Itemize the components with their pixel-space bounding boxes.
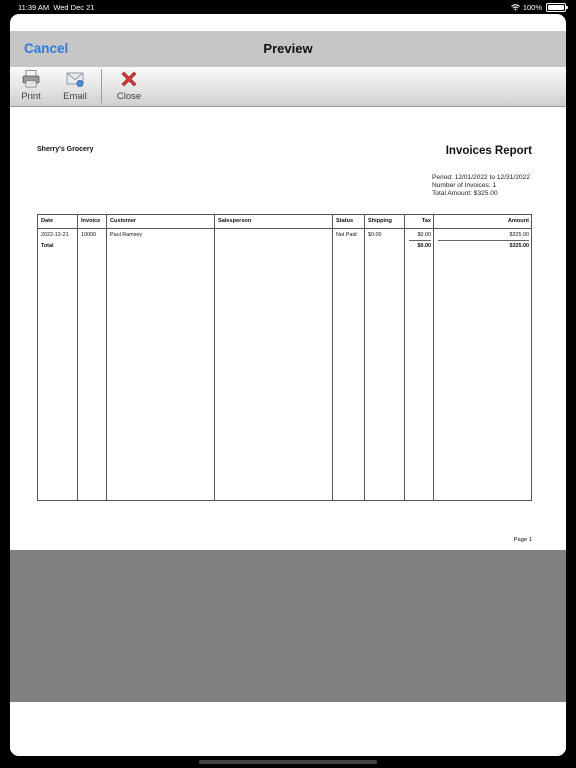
preview-window: Cancel Preview Print Email Close Sherry'…: [10, 14, 566, 756]
nav-bar: Cancel Preview: [10, 31, 566, 67]
bottom-panel: [10, 702, 566, 756]
email-label: Email: [63, 91, 87, 102]
toolbar: Print Email Close: [10, 67, 566, 107]
total-amount: $325.00: [509, 243, 530, 249]
header-salesperson: Salesperson: [218, 218, 252, 224]
cell-status: Not Paid: [336, 232, 357, 238]
report-title: Invoices Report: [445, 145, 532, 157]
print-label: Print: [21, 91, 41, 102]
email-icon: [66, 72, 84, 88]
printer-icon: [22, 70, 40, 88]
amount-subtotal-rule: [438, 240, 529, 241]
preview-background: [10, 550, 566, 702]
store-name: Sherry's Grocery: [37, 146, 94, 153]
cell-tax: $0.00: [417, 232, 432, 238]
col-date: [38, 215, 78, 500]
cell-shipping: $0.00: [368, 232, 382, 238]
col-status: [333, 215, 365, 500]
close-icon: [121, 71, 137, 87]
close-button[interactable]: Close: [116, 69, 142, 105]
toolbar-divider: [101, 69, 102, 103]
cell-customer: Paul Ramsey: [110, 232, 143, 238]
total-label: Total: [41, 243, 54, 249]
header-shipping: Shipping: [368, 218, 392, 224]
header-invoice: Invoice: [81, 218, 101, 224]
battery-percent: 100%: [522, 3, 542, 12]
print-button[interactable]: Print: [20, 69, 42, 105]
status-time: 11:39 AM Wed Dec 21: [18, 3, 95, 12]
status-right: 100%: [510, 3, 542, 12]
header-tax: Tax: [421, 218, 431, 224]
page-number: Page 1: [513, 537, 532, 543]
report-page[interactable]: Sherry's Grocery Invoices Report Period:…: [10, 107, 566, 550]
col-tax: [405, 215, 434, 500]
header-amount: Amount: [507, 218, 529, 224]
wifi-icon: [510, 4, 520, 11]
table-header-divider: [38, 228, 531, 229]
cell-amount: $325.00: [509, 232, 530, 238]
tax-subtotal-rule: [409, 240, 431, 241]
report-invoice-count: Number of Invoices: 1: [432, 182, 497, 189]
header-customer: Customer: [110, 218, 137, 224]
report-total-amount: Total Amount: $325.00: [432, 190, 498, 197]
cell-invoice: 10000: [81, 232, 96, 238]
header-date: Date: [41, 218, 54, 224]
col-salesperson: [215, 215, 333, 500]
email-button[interactable]: Email: [62, 69, 88, 105]
battery-icon: [546, 3, 568, 12]
col-customer: [107, 215, 215, 500]
report-summary: Period: 12/01/2022 to 12/31/2022 Number …: [432, 174, 530, 198]
cell-date: 2022-12-21: [41, 232, 69, 238]
home-indicator[interactable]: [199, 760, 377, 764]
header-status: Status: [336, 218, 354, 224]
close-label: Close: [116, 91, 142, 102]
total-tax: $0.00: [417, 243, 432, 249]
page-title: Preview: [263, 41, 313, 56]
status-bar: 11:39 AM Wed Dec 21 100%: [0, 0, 576, 14]
col-invoice: [78, 215, 107, 500]
col-shipping: [365, 215, 405, 500]
report-period: Period: 12/01/2022 to 12/31/2022: [432, 174, 530, 181]
invoices-table: Date Invoice Customer Salesperson Status…: [37, 214, 532, 501]
screen: 11:39 AM Wed Dec 21 100% Cancel Preview …: [0, 0, 576, 768]
